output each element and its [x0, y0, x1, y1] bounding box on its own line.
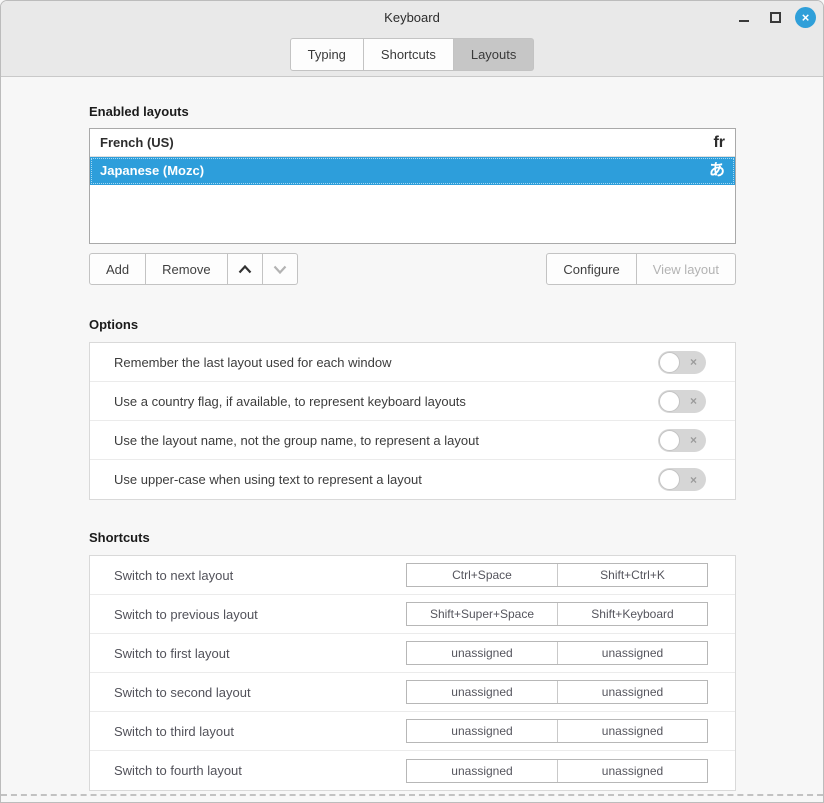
shortcut-label: Switch to third layout: [114, 724, 234, 739]
configure-button[interactable]: Configure: [546, 253, 636, 285]
tab-bar: Typing Shortcuts Layouts: [1, 38, 823, 71]
binding-cell-1[interactable]: unassigned: [407, 681, 557, 703]
keyboard-settings-window: Keyboard × Typing Shortcuts Lay: [0, 0, 824, 803]
binding-group: unassigned unassigned: [406, 719, 708, 743]
option-label: Remember the last layout used for each w…: [114, 355, 391, 370]
shortcut-row-previous-layout: Switch to previous layout Shift+Super+Sp…: [90, 595, 735, 634]
layouts-page: Enabled layouts French (US) fr Japanese …: [1, 104, 823, 791]
remove-button[interactable]: Remove: [146, 253, 227, 285]
binding-group: Ctrl+Space Shift+Ctrl+K: [406, 563, 708, 587]
layout-toolbar: Add Remove Config: [89, 253, 736, 285]
shortcuts-heading: Shortcuts: [89, 530, 736, 546]
binding-cell-1[interactable]: Ctrl+Space: [407, 564, 557, 586]
layout-action-buttons: Configure View layout: [546, 253, 736, 285]
option-label: Use a country flag, if available, to rep…: [114, 394, 466, 409]
configure-button-label: Configure: [563, 262, 619, 277]
binding-cell-2[interactable]: unassigned: [557, 720, 707, 742]
shortcut-row-second-layout: Switch to second layout unassigned unass…: [90, 673, 735, 712]
shortcut-row-third-layout: Switch to third layout unassigned unassi…: [90, 712, 735, 751]
chevron-up-icon: [238, 265, 252, 274]
add-button-label: Add: [106, 262, 129, 277]
window-resize-edge[interactable]: [1, 794, 823, 796]
layout-indicator-ja: あ: [709, 163, 725, 179]
binding-cell-1[interactable]: unassigned: [407, 720, 557, 742]
option-row-remember-layout: Remember the last layout used for each w…: [90, 343, 735, 382]
binding-group: Shift+Super+Space Shift+Keyboard: [406, 602, 708, 626]
option-row-country-flag: Use a country flag, if available, to rep…: [90, 382, 735, 421]
options-panel: Remember the last layout used for each w…: [89, 342, 736, 500]
toggle-remember-layout[interactable]: ×: [658, 351, 706, 374]
shortcut-row-fourth-layout: Switch to fourth layout unassigned unass…: [90, 751, 735, 790]
tab-typing-label: Typing: [308, 47, 346, 62]
options-heading: Options: [89, 317, 736, 333]
close-icon: ×: [802, 11, 810, 24]
shortcuts-panel: Switch to next layout Ctrl+Space Shift+C…: [89, 555, 736, 791]
view-layout-button-label: View layout: [653, 262, 719, 277]
minimize-button[interactable]: [733, 6, 755, 28]
option-row-layout-name: Use the layout name, not the group name,…: [90, 421, 735, 460]
toggle-layout-name[interactable]: ×: [658, 429, 706, 452]
layout-row-japanese[interactable]: Japanese (Mozc) あ: [90, 157, 735, 185]
shortcut-row-next-layout: Switch to next layout Ctrl+Space Shift+C…: [90, 556, 735, 595]
window-title: Keyboard: [384, 10, 440, 25]
shortcut-label: Switch to previous layout: [114, 607, 258, 622]
toggle-off-icon: ×: [690, 356, 697, 368]
tab-shortcuts-label: Shortcuts: [381, 47, 436, 62]
layout-name: French (US): [100, 135, 174, 150]
shortcut-label: Switch to next layout: [114, 568, 233, 583]
layout-indicator-fr: fr: [713, 135, 725, 151]
move-down-button[interactable]: [263, 253, 298, 285]
binding-group: unassigned unassigned: [406, 680, 708, 704]
tab-typing[interactable]: Typing: [290, 38, 364, 71]
binding-group: unassigned unassigned: [406, 759, 708, 783]
option-label: Use the layout name, not the group name,…: [114, 433, 479, 448]
binding-cell-2[interactable]: unassigned: [557, 642, 707, 664]
binding-cell-2[interactable]: unassigned: [557, 760, 707, 782]
window-controls: ×: [733, 1, 816, 33]
shortcut-label: Switch to second layout: [114, 685, 251, 700]
binding-cell-2[interactable]: unassigned: [557, 681, 707, 703]
shortcut-row-first-layout: Switch to first layout unassigned unassi…: [90, 634, 735, 673]
titlebar[interactable]: Keyboard ×: [1, 1, 823, 33]
binding-group: unassigned unassigned: [406, 641, 708, 665]
binding-cell-1[interactable]: unassigned: [407, 760, 557, 782]
maximize-button[interactable]: [764, 6, 786, 28]
toggle-country-flag[interactable]: ×: [658, 390, 706, 413]
binding-cell-2[interactable]: Shift+Ctrl+K: [557, 564, 707, 586]
move-up-button[interactable]: [228, 253, 263, 285]
toggle-off-icon: ×: [690, 434, 697, 446]
maximize-icon: [770, 12, 781, 23]
toggle-knob: [659, 430, 680, 451]
toggle-off-icon: ×: [690, 474, 697, 486]
tab-layouts-label: Layouts: [471, 47, 517, 62]
layout-edit-buttons: Add Remove: [89, 253, 298, 285]
remove-button-label: Remove: [162, 262, 210, 277]
close-button[interactable]: ×: [795, 7, 816, 28]
shortcut-label: Switch to first layout: [114, 646, 230, 661]
layout-row-french[interactable]: French (US) fr: [90, 129, 735, 157]
toggle-upper-case[interactable]: ×: [658, 468, 706, 491]
layout-list: French (US) fr Japanese (Mozc) あ: [89, 128, 736, 244]
add-button[interactable]: Add: [89, 253, 146, 285]
enabled-layouts-heading: Enabled layouts: [89, 104, 736, 120]
toggle-knob: [659, 469, 680, 490]
minimize-icon: [739, 20, 749, 22]
chevron-down-icon: [273, 265, 287, 274]
toggle-knob: [659, 391, 680, 412]
binding-cell-2[interactable]: Shift+Keyboard: [557, 603, 707, 625]
tab-layouts[interactable]: Layouts: [454, 38, 535, 71]
option-row-upper-case: Use upper-case when using text to repres…: [90, 460, 735, 499]
view-layout-button[interactable]: View layout: [637, 253, 736, 285]
tab-shortcuts[interactable]: Shortcuts: [364, 38, 454, 71]
option-label: Use upper-case when using text to repres…: [114, 472, 422, 487]
layout-name: Japanese (Mozc): [100, 163, 204, 178]
shortcut-label: Switch to fourth layout: [114, 763, 242, 778]
toggle-off-icon: ×: [690, 395, 697, 407]
toggle-knob: [659, 352, 680, 373]
window-header: Keyboard × Typing Shortcuts Lay: [1, 1, 823, 77]
binding-cell-1[interactable]: unassigned: [407, 642, 557, 664]
binding-cell-1[interactable]: Shift+Super+Space: [407, 603, 557, 625]
